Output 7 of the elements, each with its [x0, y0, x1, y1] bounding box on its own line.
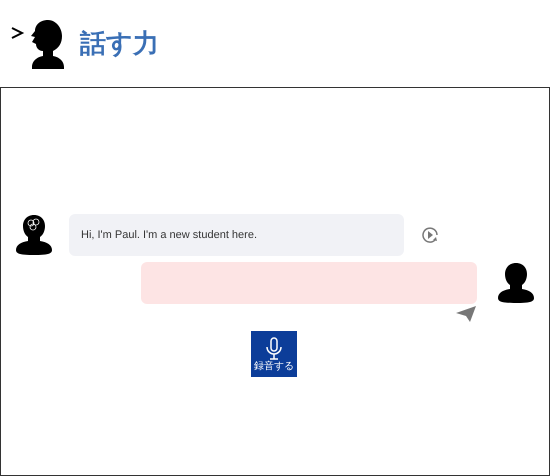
person-icon: [497, 261, 535, 305]
replay-icon[interactable]: [420, 225, 440, 245]
record-button[interactable]: 録音する: [251, 331, 297, 377]
page-title: 話す力: [80, 27, 159, 60]
microphone-icon: [265, 336, 283, 360]
person-with-brain-icon: [15, 213, 53, 257]
message-text: Hi, I'm Paul. I'm a new student here.: [81, 228, 257, 243]
